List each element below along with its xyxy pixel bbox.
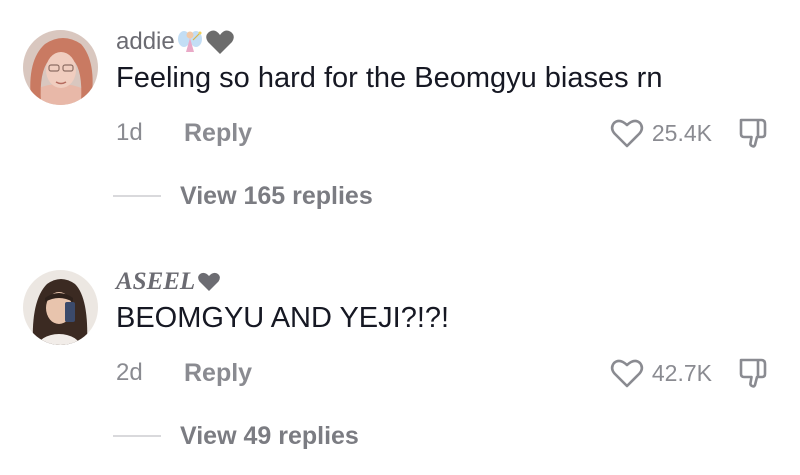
fairy-icon bbox=[177, 28, 203, 56]
like-count: 25.4K bbox=[651, 119, 712, 146]
avatar-image bbox=[23, 270, 98, 345]
black-heart-icon bbox=[197, 271, 221, 293]
comment-item: addie Feeling so hard for the Beomgyu bi… bbox=[0, 0, 800, 235]
username-row: addie bbox=[116, 26, 235, 58]
view-replies-button[interactable]: View 165 replies bbox=[180, 182, 373, 211]
heart-outline-icon bbox=[610, 357, 644, 389]
username[interactable]: ASEEL bbox=[116, 268, 195, 296]
avatar[interactable] bbox=[23, 30, 98, 105]
divider bbox=[113, 195, 161, 197]
comment-text: BEOMGYU AND YEJI?!?! bbox=[116, 302, 450, 334]
comment-text: Feeling so hard for the Beomgyu biases r… bbox=[116, 62, 663, 94]
reply-button[interactable]: Reply bbox=[184, 359, 252, 388]
dislike-icon[interactable] bbox=[736, 116, 770, 150]
view-replies-row[interactable]: View 49 replies bbox=[113, 420, 359, 452]
like-button[interactable]: 25.4K bbox=[610, 116, 712, 150]
heart-outline-icon bbox=[610, 117, 644, 149]
avatar-image bbox=[23, 30, 98, 105]
username-row: ASEEL bbox=[116, 266, 221, 298]
avatar[interactable] bbox=[23, 270, 98, 345]
comment-age: 2d bbox=[116, 359, 143, 386]
dislike-icon[interactable] bbox=[736, 356, 770, 390]
comment-age: 1d bbox=[116, 119, 143, 146]
like-count: 42.7K bbox=[651, 359, 712, 386]
view-replies-button[interactable]: View 49 replies bbox=[180, 422, 359, 451]
grey-heart-icon bbox=[205, 28, 235, 56]
reply-button[interactable]: Reply bbox=[184, 119, 252, 148]
username[interactable]: addie bbox=[116, 28, 175, 56]
divider bbox=[113, 435, 161, 437]
like-button[interactable]: 42.7K bbox=[610, 356, 712, 390]
comment-item: ASEEL BEOMGYU AND YEJI?!?! 2d Reply 42.7… bbox=[0, 240, 800, 475]
view-replies-row[interactable]: View 165 replies bbox=[113, 180, 373, 212]
comment-meta: 1d Reply bbox=[116, 118, 252, 148]
comment-meta: 2d Reply bbox=[116, 358, 252, 388]
